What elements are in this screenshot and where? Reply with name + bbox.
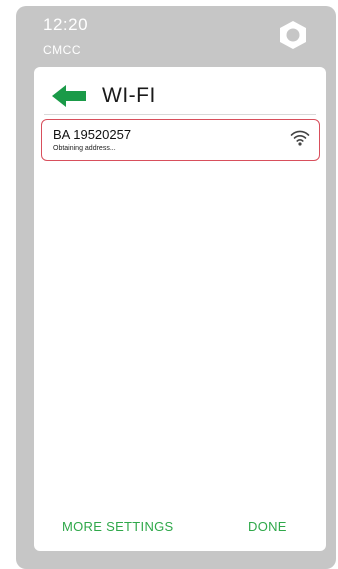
- network-item[interactable]: BA 19520257 Obtaining address...: [41, 119, 320, 161]
- network-name: BA 19520257: [53, 127, 132, 142]
- done-button[interactable]: DONE: [248, 519, 287, 534]
- network-status: Obtaining address...: [53, 145, 116, 152]
- carrier-name: CMCC: [43, 43, 81, 57]
- more-settings-button[interactable]: MORE SETTINGS: [62, 519, 174, 534]
- wifi-signal-icon: [290, 130, 310, 146]
- divider: [44, 114, 316, 115]
- wifi-panel: WI-FI BA 19520257 Obtaining address... M…: [34, 67, 326, 551]
- page-title: WI-FI: [102, 84, 156, 107]
- header: WI-FI: [52, 81, 156, 111]
- status-time: 12:20: [43, 15, 89, 34]
- hexagon-icon[interactable]: [278, 19, 308, 51]
- arrow-left-icon[interactable]: [52, 84, 86, 108]
